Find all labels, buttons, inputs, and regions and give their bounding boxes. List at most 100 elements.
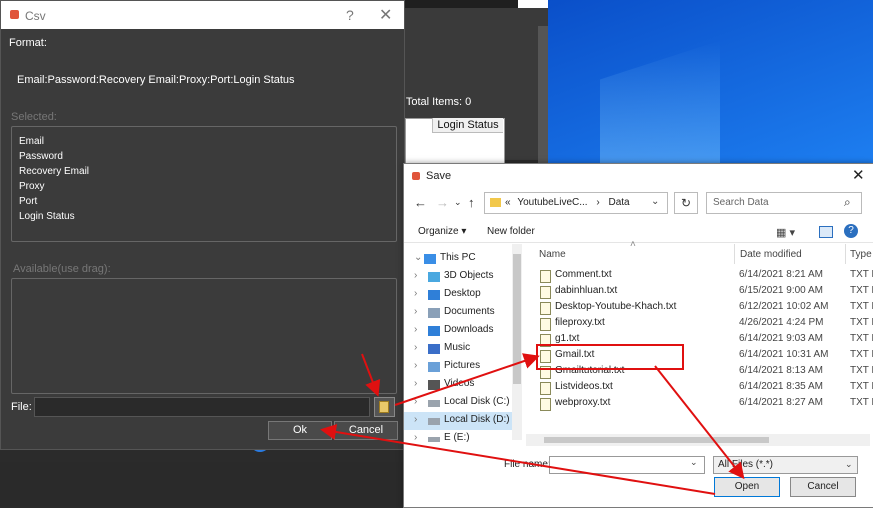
cancel-button[interactable]: Cancel: [334, 421, 398, 440]
save-dialog: Save ✕ ← → ⌄ ↑ « YoutubeLiveC... › Data …: [403, 163, 873, 508]
chevron-right-icon[interactable]: ›: [414, 342, 417, 353]
desktop-icon: [428, 290, 440, 300]
forward-arrow-icon[interactable]: →: [436, 195, 449, 210]
search-input[interactable]: Search Data ⌕: [706, 192, 862, 214]
list-item[interactable]: Proxy: [19, 181, 45, 192]
chevron-right-icon[interactable]: ›: [414, 360, 417, 371]
nav-item-label: 3D Objects: [444, 270, 494, 281]
column-header-name[interactable]: Name: [539, 249, 566, 260]
computer-icon: [424, 254, 436, 264]
download-icon: [428, 326, 440, 336]
file-row[interactable]: fileproxy.txt 4/26/2021 4:24 PM TXT F: [534, 316, 873, 332]
chevron-right-icon[interactable]: ›: [414, 324, 417, 335]
chevron-down-icon[interactable]: ⌄: [414, 252, 422, 263]
file-type-select[interactable]: All Files (*.*) ⌄: [713, 456, 858, 474]
refresh-button[interactable]: ↻: [674, 192, 698, 214]
ok-button[interactable]: Ok: [268, 421, 332, 440]
sort-chevron-up-icon: ˄: [630, 239, 636, 250]
file-date: 4/26/2021 4:24 PM: [739, 317, 824, 328]
file-type: TXT F: [850, 333, 873, 344]
back-arrow-icon[interactable]: ←: [414, 195, 427, 210]
chevron-right-icon[interactable]: ›: [414, 378, 417, 389]
available-list[interactable]: [11, 278, 397, 394]
file-row[interactable]: Comment.txt 6/14/2021 8:21 AM TXT F: [534, 268, 873, 284]
close-icon[interactable]: ✕: [852, 166, 865, 184]
column-header-date[interactable]: Date modified: [740, 249, 802, 260]
list-item[interactable]: Email: [19, 136, 44, 147]
chevron-right-icon[interactable]: ›: [414, 414, 417, 425]
breadcrumb-overflow[interactable]: «: [505, 197, 511, 208]
help-icon[interactable]: ?: [346, 7, 354, 23]
address-bar[interactable]: « YoutubeLiveC... › Data ⌄: [484, 192, 668, 214]
recent-chevron-icon[interactable]: ⌄: [454, 197, 462, 208]
nav-item-pictures[interactable]: › Pictures: [404, 358, 512, 376]
file-date: 6/14/2021 8:27 AM: [739, 397, 823, 408]
chevron-down-icon: ⌄: [845, 459, 853, 469]
file-name: fileproxy.txt: [555, 317, 605, 328]
horizontal-scrollbar-thumb[interactable]: [544, 437, 769, 443]
highlight-box-gmail: [536, 344, 684, 370]
preview-pane-icon[interactable]: [819, 226, 833, 238]
selected-list[interactable]: Email Password Recovery Email Proxy Port…: [11, 126, 397, 242]
nav-item-videos[interactable]: › Videos: [404, 376, 512, 394]
nav-item-label: Videos: [444, 378, 475, 389]
column-header-type[interactable]: Type: [850, 249, 872, 260]
save-title: Save: [426, 170, 452, 182]
chevron-down-icon[interactable]: ⌄: [651, 196, 659, 207]
organize-button[interactable]: Organize ▾: [418, 226, 466, 237]
chevron-right-icon[interactable]: ›: [414, 288, 417, 299]
file-row[interactable]: Listvideos.txt 6/14/2021 8:35 AM TXT F: [534, 380, 873, 396]
column-divider[interactable]: [845, 244, 846, 264]
nav-item-e-drive[interactable]: › E (E:): [404, 430, 512, 448]
nav-item-desktop[interactable]: › Desktop: [404, 286, 512, 304]
file-path-input[interactable]: [34, 397, 370, 417]
breadcrumb-item[interactable]: YoutubeLiveC...: [517, 197, 587, 208]
file-type-value: All Files (*.*): [718, 459, 774, 470]
chevron-right-icon[interactable]: ›: [414, 306, 417, 317]
file-name-input[interactable]: [549, 456, 705, 474]
list-item[interactable]: Password: [19, 151, 63, 162]
file-label: File:: [11, 401, 32, 413]
browse-button[interactable]: [374, 397, 395, 417]
nav-scrollbar-thumb[interactable]: [513, 254, 521, 384]
available-label: Available(use drag):: [13, 263, 111, 275]
help-icon[interactable]: ?: [844, 224, 858, 238]
selected-label: Selected:: [11, 111, 57, 123]
list-item[interactable]: Login Status: [19, 211, 75, 222]
file-row[interactable]: dabinhluan.txt 6/15/2021 9:00 AM TXT F: [534, 284, 873, 300]
nav-item-local-disk-d[interactable]: › Local Disk (D:): [404, 412, 512, 430]
nav-item-music[interactable]: › Music: [404, 340, 512, 358]
nav-item-downloads[interactable]: › Downloads: [404, 322, 512, 340]
format-label: Format:: [9, 37, 47, 49]
text-file-icon: [540, 270, 551, 283]
nav-item-documents[interactable]: › Documents: [404, 304, 512, 322]
new-folder-button[interactable]: New folder: [487, 226, 535, 237]
taskbar: [0, 462, 405, 506]
breadcrumb-item[interactable]: Data: [609, 197, 630, 208]
nav-item-label: This PC: [440, 252, 476, 263]
up-arrow-icon[interactable]: ↑: [468, 195, 475, 210]
view-options-icon[interactable]: ▦ ▾: [776, 226, 795, 239]
save-cancel-button[interactable]: Cancel: [790, 477, 856, 497]
close-icon[interactable]: ✕: [379, 5, 392, 25]
drive-icon: [428, 437, 440, 442]
chevron-right-icon[interactable]: ›: [414, 270, 417, 281]
file-date: 6/15/2021 9:00 AM: [739, 285, 823, 296]
file-date: 6/14/2021 10:31 AM: [739, 349, 829, 360]
column-divider[interactable]: [734, 244, 735, 264]
nav-item-3d-objects[interactable]: › 3D Objects: [404, 268, 512, 286]
chevron-right-icon[interactable]: ›: [414, 432, 417, 443]
chevron-down-icon[interactable]: ⌄: [690, 457, 698, 468]
chevron-right-icon[interactable]: ›: [414, 396, 417, 407]
nav-item-local-disk-c[interactable]: › Local Disk (C:): [404, 394, 512, 412]
file-type: TXT F: [850, 317, 873, 328]
drive-icon: [428, 400, 440, 407]
list-item[interactable]: Recovery Email: [19, 166, 89, 177]
open-button[interactable]: Open: [714, 477, 780, 497]
folder-icon: [490, 198, 501, 207]
file-row[interactable]: Desktop-Youtube-Khach.txt 6/12/2021 10:0…: [534, 300, 873, 316]
file-row[interactable]: webproxy.txt 6/14/2021 8:27 AM TXT F: [534, 396, 873, 412]
background-table-header: Login Status: [432, 118, 503, 133]
list-item[interactable]: Port: [19, 196, 37, 207]
nav-item-this-pc[interactable]: ⌄ This PC: [404, 250, 512, 268]
